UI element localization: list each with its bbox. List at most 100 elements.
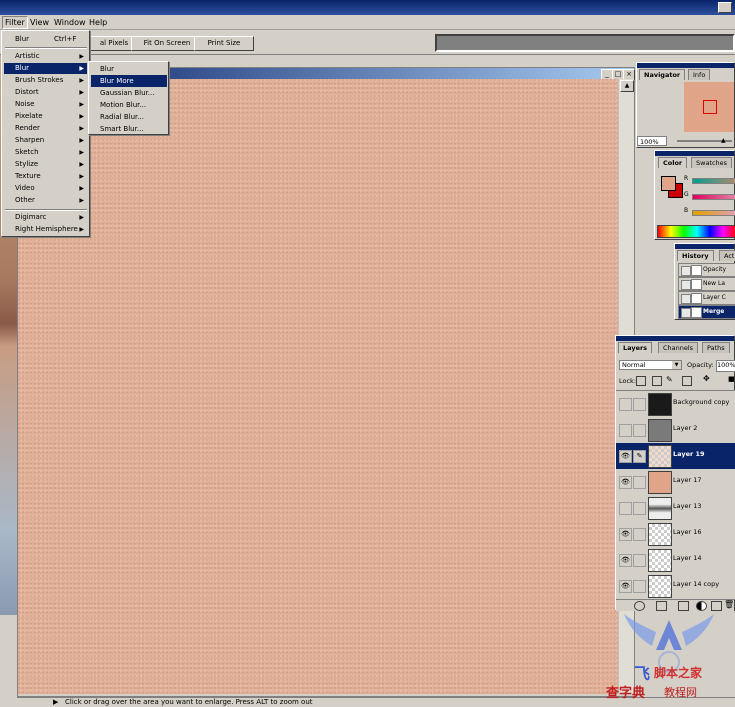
tab-layers[interactable]: Layers: [618, 342, 653, 353]
lock-image-icon[interactable]: [652, 376, 662, 386]
lock-transparency-icon[interactable]: [636, 376, 646, 386]
g-slider[interactable]: [692, 194, 735, 200]
history-item[interactable]: Layer C: [678, 291, 735, 305]
menu-item-stylize[interactable]: Stylize ▶: [4, 159, 87, 170]
link-toggle[interactable]: [633, 398, 646, 411]
menu-item-pixelate[interactable]: Pixelate ▶: [4, 111, 87, 122]
new-set-icon[interactable]: [678, 601, 689, 611]
menu-item-artistic[interactable]: Artistic ▶: [4, 51, 87, 62]
print-size-button[interactable]: Print Size: [194, 36, 254, 51]
layer-row[interactable]: Layer 2: [616, 417, 735, 444]
layer-row[interactable]: 👁 Layer 16: [616, 521, 735, 548]
submenu-item-blur[interactable]: Blur: [91, 63, 167, 75]
layer-row[interactable]: 👁 Layer 14: [616, 547, 735, 574]
palette-well[interactable]: [435, 34, 735, 52]
palette-title-bar[interactable]: [616, 336, 734, 341]
menu-item-brush-strokes[interactable]: Brush Strokes ▶: [4, 75, 87, 86]
blend-mode-select[interactable]: Normal ▼: [619, 360, 682, 370]
tab-color[interactable]: Color: [658, 157, 688, 168]
submenu-item-radial-blur[interactable]: Radial Blur...: [91, 111, 167, 123]
menu-item-noise[interactable]: Noise ▶: [4, 99, 87, 110]
window-close-button[interactable]: [718, 2, 732, 13]
history-item[interactable]: Opacity: [678, 263, 735, 277]
submenu-item-motion-blur[interactable]: Motion Blur...: [91, 99, 167, 111]
menu-item-digimarc[interactable]: Digimarc ▶: [4, 212, 87, 223]
menu-item-render[interactable]: Render ▶: [4, 123, 87, 134]
image-canvas[interactable]: [18, 79, 618, 694]
menu-help[interactable]: Help: [87, 17, 109, 28]
color-ramp[interactable]: [657, 225, 735, 238]
submenu-item-gaussian-blur[interactable]: Gaussian Blur...: [91, 87, 167, 99]
fit-on-screen-button[interactable]: Fit On Screen: [131, 36, 203, 51]
navigator-view-box[interactable]: [703, 100, 717, 114]
tab-channels[interactable]: Channels: [658, 342, 699, 353]
foreground-color-swatch[interactable]: [661, 176, 676, 191]
visibility-toggle[interactable]: [619, 424, 632, 437]
new-layer-icon[interactable]: [711, 601, 722, 611]
layer-row[interactable]: Background copy: [616, 391, 735, 418]
palette-title-bar[interactable]: [655, 151, 734, 156]
link-toggle[interactable]: [633, 476, 646, 489]
b-slider[interactable]: [692, 210, 735, 216]
visibility-toggle[interactable]: [619, 502, 632, 515]
lock-icon[interactable]: ■: [728, 375, 735, 383]
opacity-field[interactable]: 100%: [716, 360, 735, 372]
move-icon[interactable]: ✥: [703, 374, 710, 383]
tab-navigator[interactable]: Navigator: [639, 69, 686, 80]
zoom-slider-thumb-icon[interactable]: ▲: [721, 137, 726, 144]
eye-icon[interactable]: 👁: [619, 450, 632, 463]
history-item-selected[interactable]: Merge: [678, 305, 735, 319]
eye-icon[interactable]: 👁: [619, 580, 632, 593]
layer-row[interactable]: Layer 13: [616, 495, 735, 522]
palette-title-bar[interactable]: [637, 63, 734, 68]
zoom-field[interactable]: 100%: [637, 136, 667, 146]
menu-item-sketch[interactable]: Sketch ▶: [4, 147, 87, 158]
menu-window[interactable]: Window: [52, 17, 88, 28]
link-toggle[interactable]: [633, 528, 646, 541]
menu-item-last-filter[interactable]: Blur Ctrl+F: [4, 34, 87, 45]
layer-row[interactable]: 👁 Layer 14 copy: [616, 573, 735, 600]
menu-item-other[interactable]: Other ▶: [4, 195, 87, 206]
visibility-toggle[interactable]: [619, 398, 632, 411]
menu-item-right-hemisphere[interactable]: Right Hemisphere ▶: [4, 224, 87, 235]
layer-row-selected[interactable]: 👁 ✎ Layer 19: [616, 443, 735, 470]
brush-icon[interactable]: ✎: [666, 375, 673, 384]
submenu-item-smart-blur[interactable]: Smart Blur...: [91, 123, 167, 135]
scroll-up-arrow-icon[interactable]: ▲: [620, 80, 634, 92]
submenu-item-blur-more[interactable]: Blur More: [91, 75, 167, 87]
menu-item-video[interactable]: Video ▶: [4, 183, 87, 194]
menu-item-distort[interactable]: Distort ▶: [4, 87, 87, 98]
adjustment-layer-icon[interactable]: [696, 601, 707, 611]
tab-info[interactable]: Info: [688, 69, 711, 80]
eye-icon[interactable]: 👁: [619, 528, 632, 541]
link-toggle[interactable]: [633, 554, 646, 567]
eye-icon[interactable]: 👁: [619, 476, 632, 489]
menu-view[interactable]: View: [28, 17, 51, 28]
menu-item-blur[interactable]: Blur ▶: [4, 63, 87, 74]
navigator-thumbnail[interactable]: [684, 82, 734, 132]
menu-item-texture[interactable]: Texture ▶: [4, 171, 87, 182]
menu-filter[interactable]: Filter: [2, 16, 28, 29]
snapshot-checkbox[interactable]: [681, 280, 691, 290]
snapshot-checkbox[interactable]: [681, 266, 691, 276]
brush-icon[interactable]: ✎: [633, 450, 646, 463]
r-slider[interactable]: [692, 178, 735, 184]
layer-style-icon[interactable]: [634, 601, 645, 611]
link-toggle[interactable]: [633, 424, 646, 437]
status-arrow-icon[interactable]: ▶: [53, 698, 58, 707]
layer-row[interactable]: 👁 Layer 17: [616, 469, 735, 496]
tab-history[interactable]: History: [677, 250, 714, 261]
tab-swatches[interactable]: Swatches: [691, 157, 733, 168]
palette-title-bar[interactable]: [675, 244, 734, 249]
menu-item-sharpen[interactable]: Sharpen ▶: [4, 135, 87, 146]
link-toggle[interactable]: [633, 502, 646, 515]
layer-mask-icon[interactable]: [656, 601, 667, 611]
trash-icon[interactable]: 🗑: [724, 600, 734, 609]
lock-position-icon[interactable]: [682, 376, 692, 386]
eye-icon[interactable]: 👁: [619, 554, 632, 567]
snapshot-checkbox[interactable]: [681, 294, 691, 304]
link-toggle[interactable]: [633, 580, 646, 593]
history-item[interactable]: New La: [678, 277, 735, 291]
tab-paths[interactable]: Paths: [702, 342, 730, 353]
snapshot-checkbox[interactable]: [681, 308, 691, 318]
